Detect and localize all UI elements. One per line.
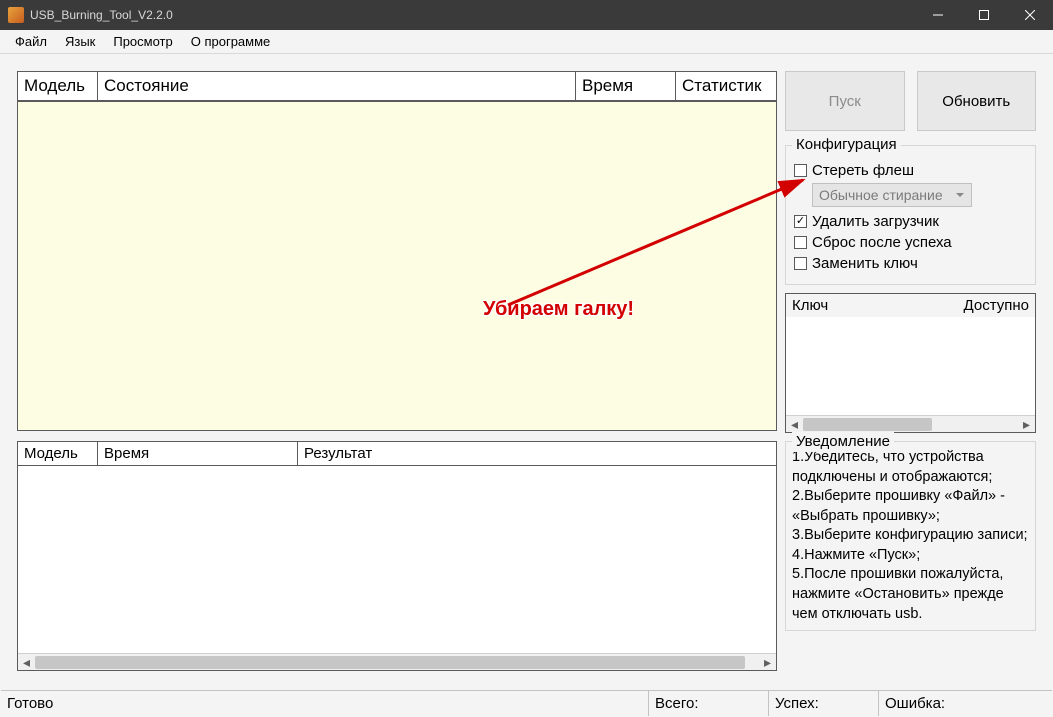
notice-title: Уведомление (792, 432, 894, 452)
erase-bootloader-label: Удалить загрузчик (812, 213, 939, 230)
col-time[interactable]: Время (576, 72, 676, 101)
reset-after-row[interactable]: Сброс после успеха (794, 234, 1027, 251)
status-error: Ошибка: (879, 691, 1052, 716)
notice-line: 5.После прошивки пожалуйста, нажмите «Ос… (792, 565, 1029, 624)
menu-about[interactable]: О программе (182, 31, 280, 52)
close-button[interactable] (1007, 0, 1053, 30)
devices-grid-body[interactable] (18, 101, 776, 430)
status-success: Успех: (769, 691, 879, 716)
notice-line: 1.Убедитесь, что устройства подключены и… (792, 448, 1029, 487)
replace-key-label: Заменить ключ (812, 255, 918, 272)
col-state[interactable]: Состояние (98, 72, 576, 101)
status-ready: Готово (1, 691, 649, 716)
erase-mode-value: Обычное стирание (819, 187, 943, 203)
col-avail[interactable]: Доступно (955, 294, 1035, 317)
col-result[interactable]: Результат (298, 442, 776, 466)
col-model[interactable]: Модель (18, 72, 98, 101)
notice-group: Уведомление 1.Убедитесь, что устройства … (785, 441, 1036, 631)
replace-key-checkbox[interactable] (794, 257, 807, 270)
keys-grid-body[interactable] (786, 317, 1035, 415)
start-button[interactable]: Пуск (785, 71, 905, 131)
col-model[interactable]: Модель (18, 442, 98, 466)
notice-body: 1.Убедитесь, что устройства подключены и… (792, 448, 1029, 624)
status-total: Всего: (649, 691, 769, 716)
notice-line: 2.Выберите прошивку «Файл» - «Выбрать пр… (792, 487, 1029, 526)
col-key[interactable]: Ключ (786, 294, 955, 317)
keys-grid-header: Ключ Доступно (786, 294, 1035, 317)
erase-flash-label: Стереть флеш (812, 162, 914, 179)
refresh-button[interactable]: Обновить (917, 71, 1037, 131)
results-grid: Модель Время Результат ◂ ▸ (17, 441, 777, 671)
col-stats[interactable]: Статистик (676, 72, 776, 101)
scroll-left-icon[interactable]: ◂ (18, 654, 35, 671)
erase-flash-checkbox[interactable] (794, 164, 807, 177)
erase-flash-row[interactable]: Стереть флеш (794, 162, 1027, 179)
notice-line: 4.Нажмите «Пуск»; (792, 546, 1029, 566)
window-controls (915, 0, 1053, 30)
reset-after-label: Сброс после успеха (812, 234, 952, 251)
notice-line: 3.Выберите конфигурацию записи; (792, 526, 1029, 546)
devices-grid-header: Модель Состояние Время Статистик (18, 72, 776, 101)
statusbar: Готово Всего: Успех: Ошибка: (1, 690, 1052, 716)
reset-after-checkbox[interactable] (794, 236, 807, 249)
scroll-right-icon[interactable]: ▸ (1018, 416, 1035, 433)
results-hscroll[interactable]: ◂ ▸ (18, 653, 776, 670)
app-icon (8, 7, 24, 23)
window-title: USB_Burning_Tool_V2.2.0 (30, 8, 915, 22)
replace-key-row[interactable]: Заменить ключ (794, 255, 1027, 272)
menu-lang[interactable]: Язык (56, 31, 104, 52)
menu-view[interactable]: Просмотр (104, 31, 181, 52)
scroll-left-icon[interactable]: ◂ (786, 416, 803, 433)
titlebar: USB_Burning_Tool_V2.2.0 (0, 0, 1053, 30)
config-group: Конфигурация Стереть флеш Обычное стиран… (785, 145, 1036, 285)
minimize-button[interactable] (915, 0, 961, 30)
devices-grid: Модель Состояние Время Статистик (17, 71, 777, 431)
erase-mode-select[interactable]: Обычное стирание (812, 183, 972, 207)
erase-bootloader-checkbox[interactable] (794, 215, 807, 228)
results-grid-header: Модель Время Результат (18, 442, 776, 466)
config-title: Конфигурация (792, 136, 901, 153)
keys-hscroll[interactable]: ◂ ▸ (786, 415, 1035, 432)
menubar: Файл Язык Просмотр О программе (0, 30, 1053, 54)
scroll-right-icon[interactable]: ▸ (759, 654, 776, 671)
results-grid-body[interactable] (18, 466, 776, 653)
erase-bootloader-row[interactable]: Удалить загрузчик (794, 213, 1027, 230)
col-time[interactable]: Время (98, 442, 298, 466)
keys-grid: Ключ Доступно ◂ ▸ (785, 293, 1036, 433)
maximize-button[interactable] (961, 0, 1007, 30)
menu-file[interactable]: Файл (6, 31, 56, 52)
